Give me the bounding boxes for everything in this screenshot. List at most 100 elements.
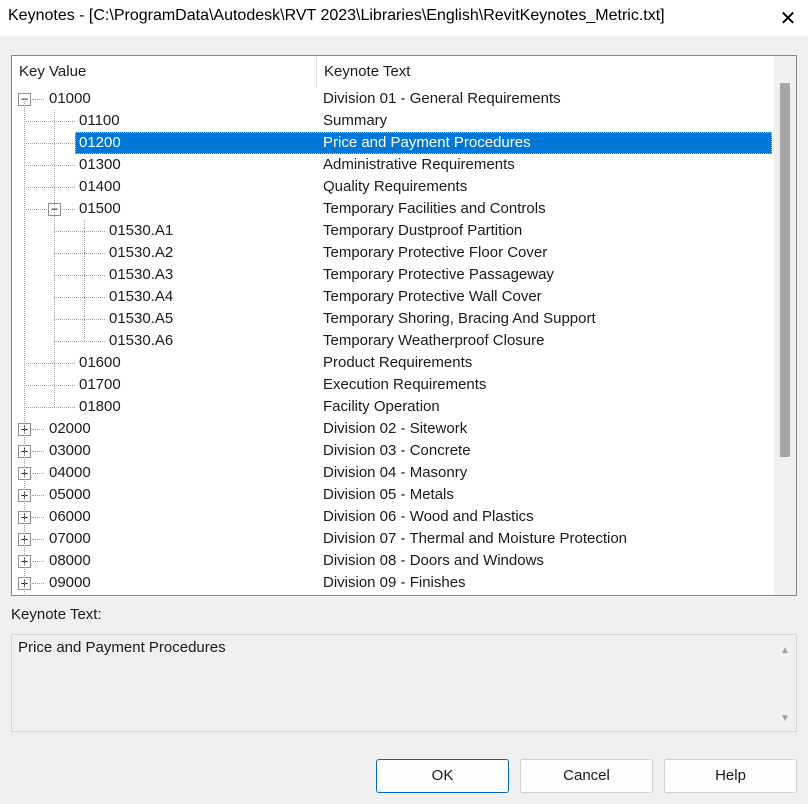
tree-row[interactable]: 01530.A4 Temporary Protective Wall Cover: [12, 286, 772, 308]
row-key-value: 01530.A5: [109, 310, 174, 327]
close-icon: ✕: [779, 7, 797, 30]
tree-row[interactable]: +04000 Division 04 - Masonry: [12, 462, 772, 484]
row-key-value: 03000: [49, 442, 91, 459]
row-key-value: 01530.A4: [109, 288, 174, 305]
tree-connector: [32, 495, 44, 496]
scroll-up-icon[interactable]: ▲: [780, 645, 790, 656]
tree-row[interactable]: +06000 Division 06 - Wood and Plastics: [12, 506, 772, 528]
row-keynote-text: Division 09 - Finishes: [323, 574, 466, 591]
scrollbar-thumb[interactable]: [780, 83, 790, 457]
close-button[interactable]: ✕: [768, 0, 808, 36]
row-keynote-text: Product Requirements: [323, 354, 473, 371]
row-key-value: 01200: [79, 134, 121, 151]
tree-scrollbar[interactable]: [774, 56, 796, 595]
row-keynote-text: Division 02 - Sitework: [323, 420, 468, 437]
tree-row[interactable]: −01500 Temporary Facilities and Controls: [12, 198, 772, 220]
row-key-value: 01400: [79, 178, 121, 195]
tree-connector: [24, 187, 75, 188]
tree-connector: [24, 99, 25, 594]
row-keynote-text: Division 03 - Concrete: [323, 442, 471, 459]
tree-connector: [24, 165, 75, 166]
tree-row[interactable]: 01530.A5 Temporary Shoring, Bracing And S…: [12, 308, 772, 330]
row-keynote-text: Division 04 - Masonry: [323, 464, 468, 481]
title-bar: Keynotes - [C:\ProgramData\Autodesk\RVT …: [0, 0, 808, 36]
row-key-value: 01530.A3: [109, 266, 174, 283]
row-keynote-text: Temporary Protective Wall Cover: [323, 288, 542, 305]
row-key-value: 04000: [49, 464, 91, 481]
tree-connector: [24, 407, 75, 408]
row-keynote-text: Division 05 - Metals: [323, 486, 454, 503]
row-key-value: 06000: [49, 508, 91, 525]
row-key-value: 07000: [49, 530, 91, 547]
tree-row[interactable]: 01200 Price and Payment Procedures: [12, 132, 772, 154]
row-key-value: 01530.A2: [109, 244, 174, 261]
ok-button[interactable]: OK: [376, 759, 509, 793]
row-key-value: 01500: [79, 200, 121, 217]
tree-row[interactable]: 01530.A2 Temporary Protective Floor Cover: [12, 242, 772, 264]
row-keynote-text: Price and Payment Procedures: [323, 134, 531, 151]
row-key-value: 01600: [79, 354, 121, 371]
tree-row[interactable]: 01700 Execution Requirements: [12, 374, 772, 396]
tree-row[interactable]: +08000 Division 08 - Doors and Windows: [12, 550, 772, 572]
tree-connector: [54, 319, 105, 320]
tree-connector: [24, 121, 75, 122]
row-keynote-text: Division 06 - Wood and Plastics: [323, 508, 534, 525]
tree-connector: [32, 561, 44, 562]
tree-row[interactable]: 01400 Quality Requirements: [12, 176, 772, 198]
column-header-keynote-text[interactable]: Keynote Text: [316, 56, 772, 88]
row-key-value: 08000: [49, 552, 91, 569]
text-box-scrollbar[interactable]: ▲ ▼: [774, 635, 796, 731]
row-key-value: 05000: [49, 486, 91, 503]
tree-connector: [54, 231, 105, 232]
tree-row[interactable]: +07000 Division 07 - Thermal and Moisture…: [12, 528, 772, 550]
tree-row[interactable]: 01530.A1 Temporary Dustproof Partition: [12, 220, 772, 242]
tree-row[interactable]: 01530.A3 Temporary Protective Passageway: [12, 264, 772, 286]
window-title: Keynotes - [C:\ProgramData\Autodesk\RVT …: [8, 7, 665, 24]
tree-connector: [84, 220, 85, 341]
row-key-value: 01700: [79, 376, 121, 393]
keynote-tree[interactable]: Key Value Keynote Text −01000 Division 01…: [11, 55, 797, 596]
tree-connector: [54, 253, 105, 254]
tree-row[interactable]: −01000 Division 01 - General Requirements: [12, 88, 772, 110]
tree-row[interactable]: 01530.A6 Temporary Weatherproof Closure: [12, 330, 772, 352]
row-keynote-text: Administrative Requirements: [323, 156, 515, 173]
row-key-value: 09000: [49, 574, 91, 591]
row-keynote-text: Temporary Protective Floor Cover: [323, 244, 548, 261]
tree-row[interactable]: +09000 Division 09 - Finishes: [12, 572, 772, 594]
tree-row[interactable]: 01100 Summary: [12, 110, 772, 132]
row-key-value: 01000: [49, 90, 91, 107]
tree-row[interactable]: 01800 Facility Operation: [12, 396, 772, 418]
row-key-value: 02000: [49, 420, 91, 437]
scroll-down-icon[interactable]: ▼: [780, 713, 790, 724]
tree-row[interactable]: 01600 Product Requirements: [12, 352, 772, 374]
tree-connector: [32, 99, 44, 100]
tree-connector: [32, 583, 44, 584]
tree-connector: [54, 341, 105, 342]
help-button[interactable]: Help: [664, 759, 797, 793]
row-key-value: 01100: [79, 112, 120, 129]
tree-row[interactable]: 01300 Administrative Requirements: [12, 154, 772, 176]
tree-connector: [32, 473, 44, 474]
row-keynote-text: Temporary Dustproof Partition: [323, 222, 523, 239]
row-key-value: 01530.A1: [109, 222, 174, 239]
keynote-text-value: Price and Payment Procedures: [18, 639, 226, 656]
row-keynote-text: Temporary Shoring, Bracing And Support: [323, 310, 596, 327]
column-header-key-value[interactable]: Key Value: [12, 56, 316, 88]
row-keynote-text: Quality Requirements: [323, 178, 468, 195]
row-key-value: 01530.A6: [109, 332, 174, 349]
tree-connector: [32, 539, 44, 540]
tree-row[interactable]: +02000 Division 02 - Sitework: [12, 418, 772, 440]
row-keynote-text: Execution Requirements: [323, 376, 487, 393]
tree-row[interactable]: +03000 Division 03 - Concrete: [12, 440, 772, 462]
column-header: Key Value Keynote Text: [12, 56, 772, 88]
tree-row[interactable]: +05000 Division 05 - Metals: [12, 484, 772, 506]
cancel-button[interactable]: Cancel: [520, 759, 653, 793]
tree-connector: [54, 297, 105, 298]
keynote-text-box[interactable]: Price and Payment Procedures ▲ ▼: [11, 634, 797, 732]
row-keynote-text: Division 08 - Doors and Windows: [323, 552, 544, 569]
tree-connector: [24, 363, 75, 364]
tree-connector: [32, 429, 44, 430]
tree-connector: [24, 385, 75, 386]
row-keynote-text: Facility Operation: [323, 398, 440, 415]
keynote-text-label: Keynote Text:: [11, 606, 102, 623]
